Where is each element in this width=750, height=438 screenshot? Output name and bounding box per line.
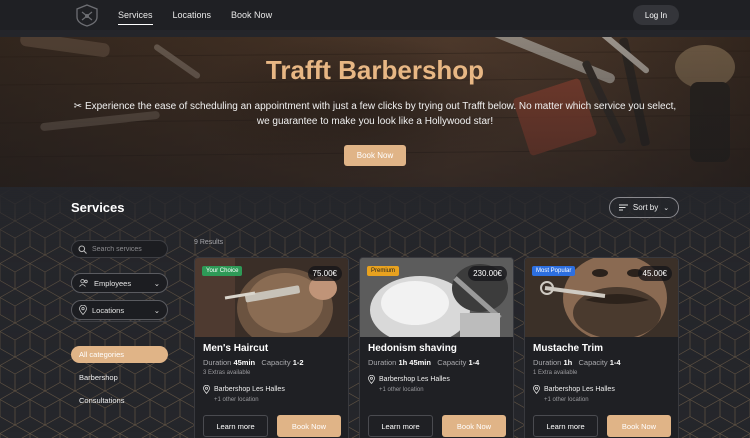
other-location-count: +1 other location [379, 387, 424, 393]
hero-book-now-button[interactable]: Book Now [344, 145, 406, 166]
card-extras: 1 Extra available [533, 370, 578, 376]
card-price: 45.00€ [637, 266, 672, 281]
users-icon [79, 279, 88, 287]
card-location: Barbershop Les Halles [533, 385, 615, 394]
sort-by-button[interactable]: Sort by ⌄ [609, 197, 679, 218]
card-price: 75.00€ [307, 266, 342, 281]
card-title: Mustache Trim [533, 343, 604, 354]
search-icon [78, 245, 87, 254]
book-now-button[interactable]: Book Now [607, 415, 671, 437]
sidebar-divider [71, 321, 168, 322]
hero-title: Trafft Barbershop [265, 55, 485, 85]
duration-label: Duration [533, 358, 562, 367]
login-button[interactable]: Log In [633, 5, 679, 25]
category-all[interactable]: All categories [71, 346, 168, 363]
employees-filter-dropdown[interactable]: Employees ⌄ [71, 273, 168, 293]
book-now-button[interactable]: Book Now [442, 415, 506, 437]
search-input[interactable] [92, 245, 167, 253]
nav-link-book-now[interactable]: Book Now [231, 6, 272, 24]
location-pin-icon [533, 385, 540, 394]
location-pin-icon [203, 385, 210, 394]
chevron-down-icon: ⌄ [153, 278, 160, 288]
capacity-value: 1-4 [468, 358, 480, 367]
capacity-value: 1-4 [609, 358, 621, 367]
learn-more-button[interactable]: Learn more [368, 415, 433, 437]
card-location: Barbershop Les Halles [368, 375, 450, 384]
card-badge: Your Choice [202, 266, 243, 276]
learn-more-button[interactable]: Learn more [533, 415, 598, 437]
card-meta: Duration 45min Capacity 1-2 [203, 358, 304, 367]
sort-lines-icon [618, 204, 628, 211]
card-title: Hedonism shaving [368, 343, 457, 354]
learn-more-button[interactable]: Learn more [203, 415, 268, 437]
card-price: 230.00€ [468, 266, 507, 281]
duration-value: 45min [233, 358, 256, 367]
service-card-mens-haircut[interactable]: Your Choice 75.00€ Men's Haircut Duratio… [194, 257, 349, 438]
results-count: 9 Results [194, 239, 224, 246]
card-location: Barbershop Les Halles [203, 385, 285, 394]
hero-description: ✂ Experience the ease of scheduling an a… [60, 99, 690, 129]
hero-banner: Trafft Barbershop ✂ Experience the ease … [0, 37, 750, 187]
hero-description-line-2: we guarantee to make you look like a Hol… [256, 116, 494, 127]
services-heading: Services [71, 200, 125, 215]
location-name: Barbershop Les Halles [214, 386, 285, 393]
book-now-button[interactable]: Book Now [277, 415, 341, 437]
capacity-label: Capacity [578, 358, 608, 367]
category-consultations[interactable]: Consultations [71, 392, 168, 409]
card-title: Men's Haircut [203, 343, 269, 354]
hero-description-line-1: ✂ Experience the ease of scheduling an a… [73, 101, 677, 112]
location-pin-icon [79, 305, 87, 315]
service-card-mustache-trim[interactable]: Most Popular 45.00€ Mustache Trim Durati… [524, 257, 679, 438]
card-meta: Duration 1h 45min Capacity 1-4 [368, 358, 479, 367]
nav-link-services[interactable]: Services [118, 6, 153, 25]
sort-by-label: Sort by [632, 203, 659, 212]
location-name: Barbershop Les Halles [544, 386, 615, 393]
chevron-down-icon: ⌄ [663, 204, 670, 212]
card-badge: Premium [367, 266, 400, 276]
card-meta: Duration 1h Capacity 1-4 [533, 358, 621, 367]
location-name: Barbershop Les Halles [379, 376, 450, 383]
card-extras: 3 Extras available [203, 370, 251, 376]
capacity-label: Capacity [261, 358, 291, 367]
duration-label: Duration [368, 358, 397, 367]
chevron-down-icon: ⌄ [153, 305, 160, 315]
service-card-hedonism-shaving[interactable]: Premium 230.00€ Hedonism shaving Duratio… [359, 257, 514, 438]
locations-filter-label: Locations [92, 305, 125, 315]
category-barbershop[interactable]: Barbershop [71, 369, 168, 386]
service-search-field[interactable] [71, 240, 168, 258]
locations-filter-dropdown[interactable]: Locations ⌄ [71, 300, 168, 320]
barbershop-logo[interactable] [71, 3, 103, 27]
nav-link-locations[interactable]: Locations [173, 6, 212, 24]
services-section: Services Sort by ⌄ Employees ⌄ Locatio [0, 187, 750, 438]
duration-label: Duration [203, 358, 232, 367]
location-pin-icon [368, 375, 375, 384]
duration-value: 1h 45min [398, 358, 431, 367]
capacity-label: Capacity [437, 358, 467, 367]
other-location-count: +1 other location [214, 397, 259, 403]
card-badge: Most Popular [532, 266, 576, 276]
other-location-count: +1 other location [544, 397, 589, 403]
capacity-value: 1-2 [292, 358, 304, 367]
duration-value: 1h [563, 358, 573, 367]
employees-filter-label: Employees [94, 278, 132, 288]
top-navbar: Services Locations Book Now Log In [0, 0, 750, 30]
